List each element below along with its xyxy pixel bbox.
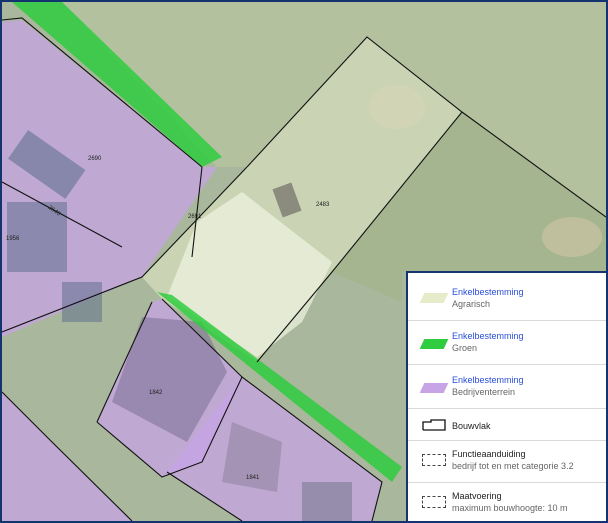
dashed-box-icon xyxy=(422,454,446,466)
dashed-box-icon xyxy=(422,496,446,508)
parcel-label: 2691 xyxy=(188,214,202,220)
legend-item-maatvoering[interactable]: Maatvoering maximum bouwhoogte: 10 m xyxy=(408,483,606,521)
parcel-label: 2690 xyxy=(88,156,102,162)
legend-title: Maatvoering xyxy=(452,491,502,501)
legend-subtitle: bedrijf tot en met categorie 3.2 xyxy=(452,461,574,471)
legend-item-bouwvlak[interactable]: Bouwvlak xyxy=(408,409,606,441)
legend-subtitle: Bedrijventerrein xyxy=(452,387,516,397)
legend-title: Bouwvlak xyxy=(452,421,491,431)
parcel-label: 1956 xyxy=(6,236,20,242)
legend-title[interactable]: Enkelbestemming xyxy=(452,286,524,298)
legend-item-bedrijventerrein[interactable]: Enkelbestemming Bedrijventerrein xyxy=(408,365,606,409)
legend-subtitle: Groen xyxy=(452,343,478,353)
legend-subtitle: maximum bouwhoogte: 10 m xyxy=(452,503,568,513)
bouwvlak-outline-icon xyxy=(422,419,446,431)
solar-roof xyxy=(62,282,102,322)
swatch-icon xyxy=(419,293,449,303)
legend-item-functieaanduiding[interactable]: Functieaanduiding bedrijf tot en met cat… xyxy=(408,441,606,483)
swatch-icon xyxy=(419,339,449,349)
legend-title[interactable]: Enkelbestemming xyxy=(452,330,524,342)
swatch-icon xyxy=(419,383,449,393)
bare-soil-patch xyxy=(542,217,602,257)
parcel-label: 1842 xyxy=(149,390,163,396)
legend-item-agrarisch[interactable]: Enkelbestemming Agrarisch xyxy=(408,273,606,321)
legend-title: Functieaanduiding xyxy=(452,449,526,459)
legend-item-groen[interactable]: Enkelbestemming Groen xyxy=(408,321,606,365)
parcel-label: 1841 xyxy=(246,475,260,481)
map-viewer[interactable]: 2690 2691 2483 1842 1841 1956 2646 Enkel… xyxy=(0,0,608,523)
warehouse-roof xyxy=(302,482,352,521)
legend-title[interactable]: Enkelbestemming xyxy=(452,374,524,386)
map-legend: Enkelbestemming Agrarisch Enkelbestemmin… xyxy=(406,271,606,521)
parcel-label: 2483 xyxy=(316,202,330,208)
legend-subtitle: Agrarisch xyxy=(452,299,491,309)
